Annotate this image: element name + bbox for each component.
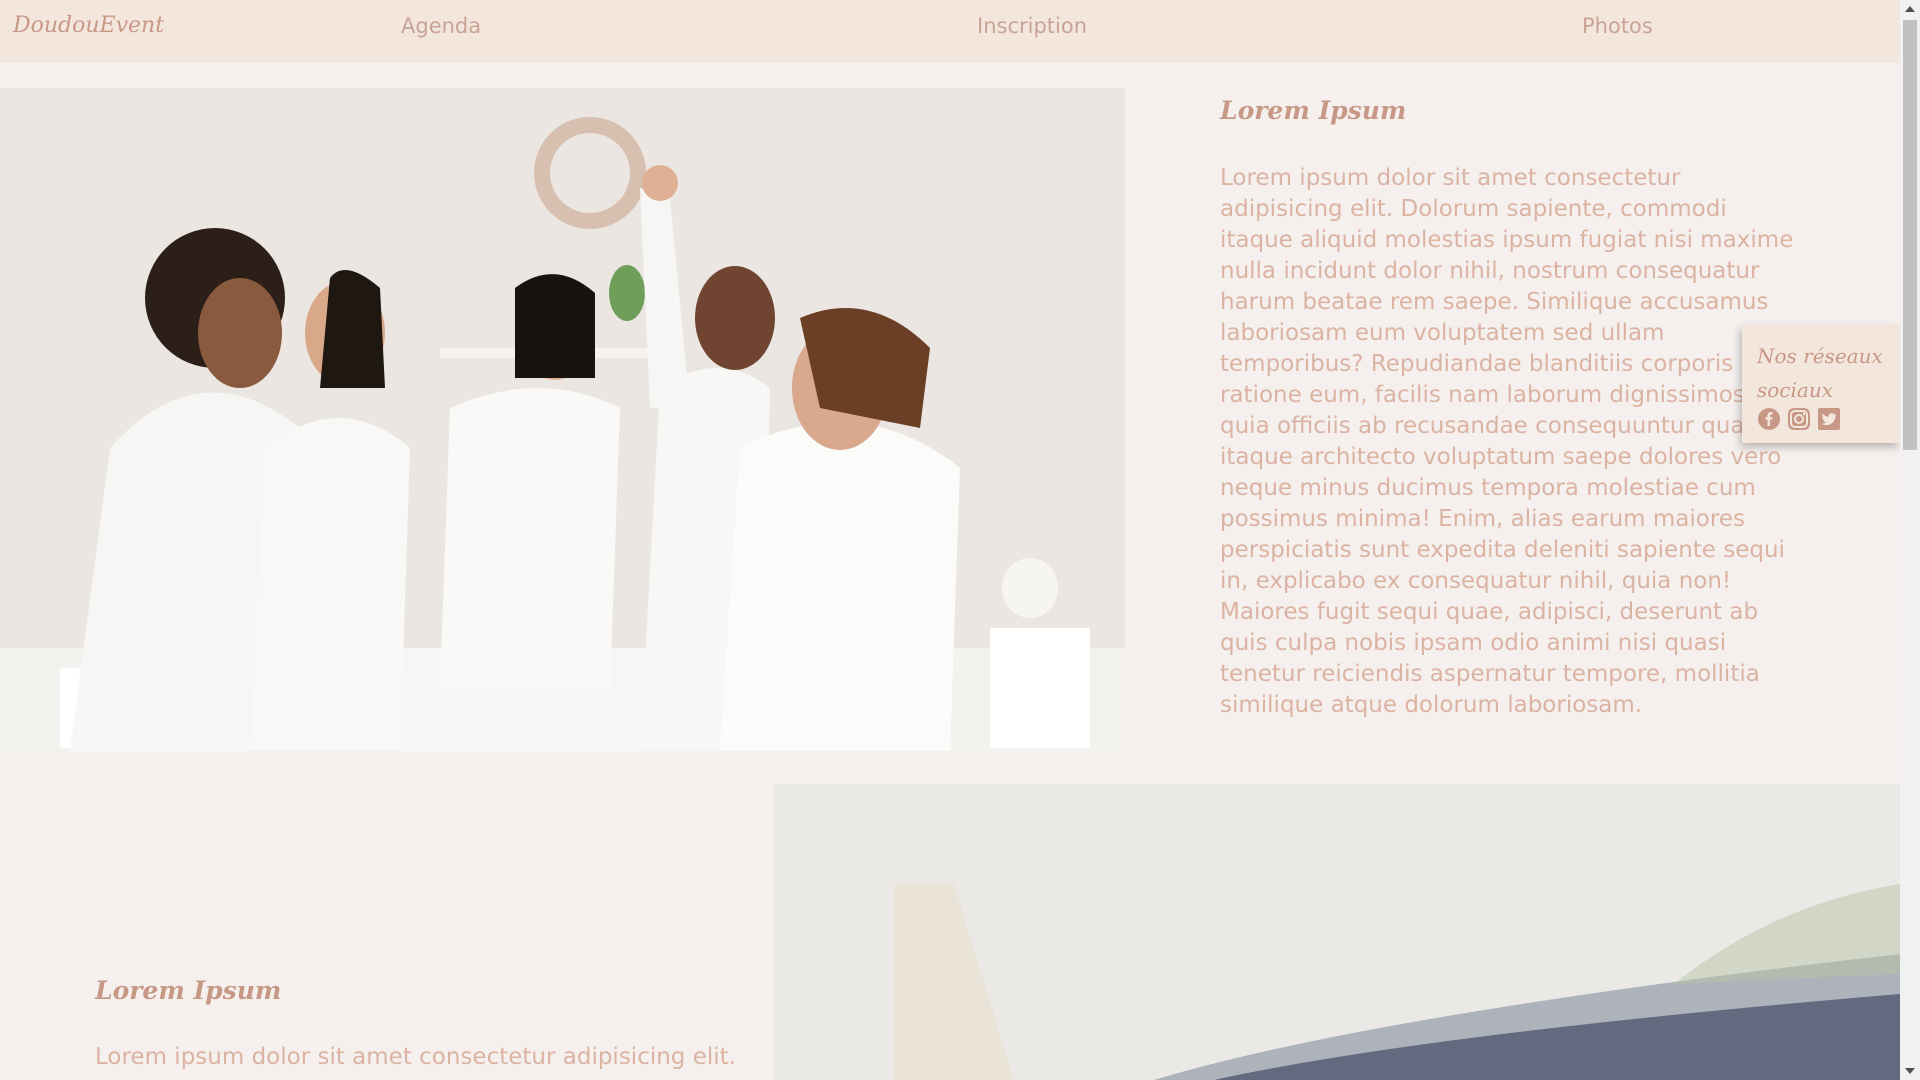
- party-photo: [0, 88, 1125, 751]
- scroll-up-icon[interactable]: [1905, 6, 1915, 12]
- social-icons: [1757, 407, 1888, 431]
- section-paragraph-2: Lorem ipsum dolor sit amet consectetur a…: [95, 1044, 736, 1070]
- scroll-thumb[interactable]: [1903, 20, 1917, 450]
- lavender-photo: [774, 784, 1900, 1080]
- vertical-scrollbar[interactable]: [1900, 0, 1920, 1080]
- navbar: DoudouEvent Agenda Inscription Photos: [0, 0, 1900, 63]
- nav-link-photos[interactable]: Photos: [1582, 14, 1653, 38]
- instagram-icon[interactable]: [1787, 407, 1811, 431]
- scroll-down-icon[interactable]: [1905, 1068, 1915, 1074]
- nav-link-inscription[interactable]: Inscription: [977, 14, 1087, 38]
- social-title: Nos réseaux sociaux: [1757, 344, 1883, 402]
- section-heading-2: Lorem Ipsum: [95, 976, 282, 1005]
- social-panel: Nos réseaux sociaux: [1742, 325, 1900, 443]
- brand-logo[interactable]: DoudouEvent: [13, 13, 164, 38]
- section-paragraph-1: Lorem ipsum dolor sit amet consectetur a…: [1220, 165, 1794, 718]
- nav-link-agenda[interactable]: Agenda: [401, 14, 481, 38]
- facebook-icon[interactable]: [1757, 407, 1781, 431]
- section-heading-1: Lorem Ipsum: [1220, 96, 1407, 125]
- twitter-icon[interactable]: [1817, 407, 1841, 431]
